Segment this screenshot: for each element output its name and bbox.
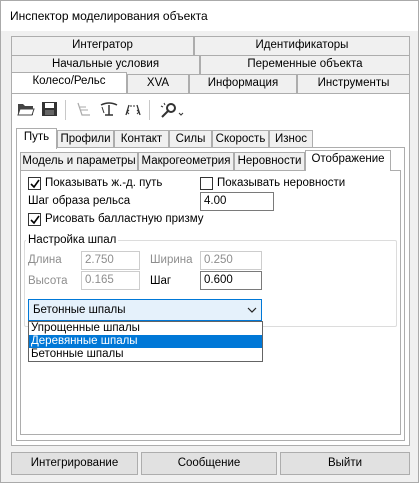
- title-bar: Инспектор моделирования объекта: [1, 1, 418, 31]
- gauge-button[interactable]: [121, 98, 143, 122]
- height-label: Высота: [28, 275, 68, 287]
- length-field[interactable]: 2.750: [81, 251, 140, 270]
- width-label: Ширина: [150, 254, 193, 266]
- tab-display[interactable]: Отображение: [305, 150, 391, 171]
- sleeper-type-value: Бетонные шпалы: [33, 304, 126, 316]
- settings-button[interactable]: [157, 98, 187, 122]
- option-simplified-sleepers[interactable]: Упрощенные шпалы: [29, 322, 262, 335]
- exit-button[interactable]: Выйти: [280, 452, 410, 475]
- length-label: Длина: [28, 254, 62, 266]
- wheel-profile-icon: [77, 102, 90, 116]
- width-field[interactable]: 0.250: [200, 251, 262, 270]
- rail-step-field[interactable]: 4.00: [200, 192, 274, 211]
- show-track-checkbox[interactable]: [28, 177, 41, 190]
- sleeper-type-dropdown: Упрощенные шпалы Деревянные шпалы Бетонн…: [28, 321, 263, 362]
- checkmark-icon: [30, 179, 40, 189]
- draw-ballast-checkbox[interactable]: [28, 213, 41, 226]
- save-button[interactable]: [39, 98, 61, 122]
- show-track-label: Показывать ж.-д. путь: [45, 177, 163, 189]
- tab-model-parameters[interactable]: Модель и параметры: [20, 152, 138, 171]
- message-button[interactable]: Сообщение: [141, 452, 277, 475]
- tab-information[interactable]: Информация: [189, 74, 297, 93]
- option-wooden-sleepers[interactable]: Деревянные шпалы: [29, 335, 262, 348]
- tab-wheel-rail[interactable]: Колесо/Рельс: [11, 72, 127, 93]
- step-field[interactable]: 0.600: [200, 271, 262, 290]
- integrate-button[interactable]: Интегрирование: [11, 452, 138, 475]
- draw-ballast-label: Рисовать балластную призму: [45, 213, 204, 225]
- chevron-down-icon: [247, 307, 257, 313]
- option-concrete-sleepers[interactable]: Бетонные шпалы: [29, 348, 262, 361]
- tab-tools[interactable]: Инструменты: [297, 74, 410, 93]
- rail-profile-button[interactable]: [97, 98, 119, 122]
- rail-step-label: Шаг образа рельса: [28, 195, 131, 207]
- tab-irregularities[interactable]: Неровности: [234, 152, 305, 171]
- window-title: Инспектор моделирования объекта: [10, 9, 208, 23]
- open-button[interactable]: [15, 98, 37, 122]
- tab-identifiers[interactable]: Идентификаторы: [194, 36, 410, 55]
- toolbar: [15, 98, 215, 124]
- gauge-icon: [125, 104, 141, 116]
- rail-profile-icon: [100, 102, 118, 116]
- save-icon: [42, 102, 57, 116]
- open-folder-icon: [17, 104, 35, 116]
- toolbar-separator: [65, 100, 66, 120]
- sleepers-group-title: Настройка шпал: [26, 234, 119, 246]
- tab-object-variables[interactable]: Переменные объекта: [200, 55, 410, 74]
- toolbar-separator: [149, 100, 150, 120]
- tab-xva[interactable]: XVA: [127, 74, 189, 93]
- tab-macrogeometry[interactable]: Макрогеометрия: [138, 152, 234, 171]
- inspector-window: Инспектор моделирования объекта Интеграт…: [0, 0, 419, 483]
- show-irregularities-checkbox[interactable]: [200, 177, 213, 190]
- tab-track[interactable]: Путь: [16, 128, 57, 149]
- wheel-profile-button[interactable]: [73, 98, 95, 122]
- sleeper-type-select[interactable]: Бетонные шпалы: [28, 299, 262, 321]
- tab-integrator[interactable]: Интегратор: [11, 36, 194, 55]
- settings-wand-icon: [160, 102, 184, 118]
- show-irregularities-label: Показывать неровности: [217, 177, 346, 189]
- height-field[interactable]: 0.165: [81, 271, 140, 290]
- step-label: Шаг: [150, 275, 172, 287]
- checkmark-icon: [30, 215, 40, 225]
